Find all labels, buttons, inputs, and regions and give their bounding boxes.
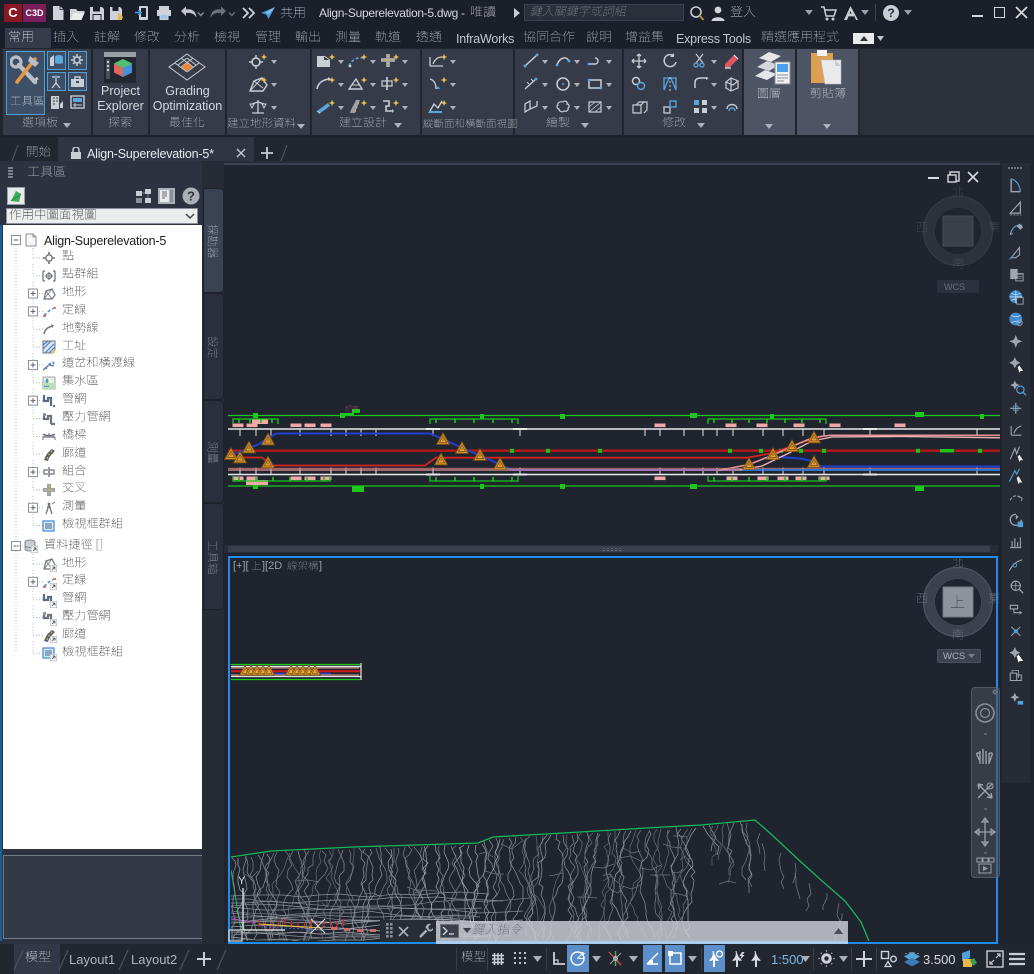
svg-text:?: ? (187, 189, 195, 204)
svg-text:Y: Y (238, 875, 246, 887)
svg-text:?: ? (887, 6, 894, 20)
